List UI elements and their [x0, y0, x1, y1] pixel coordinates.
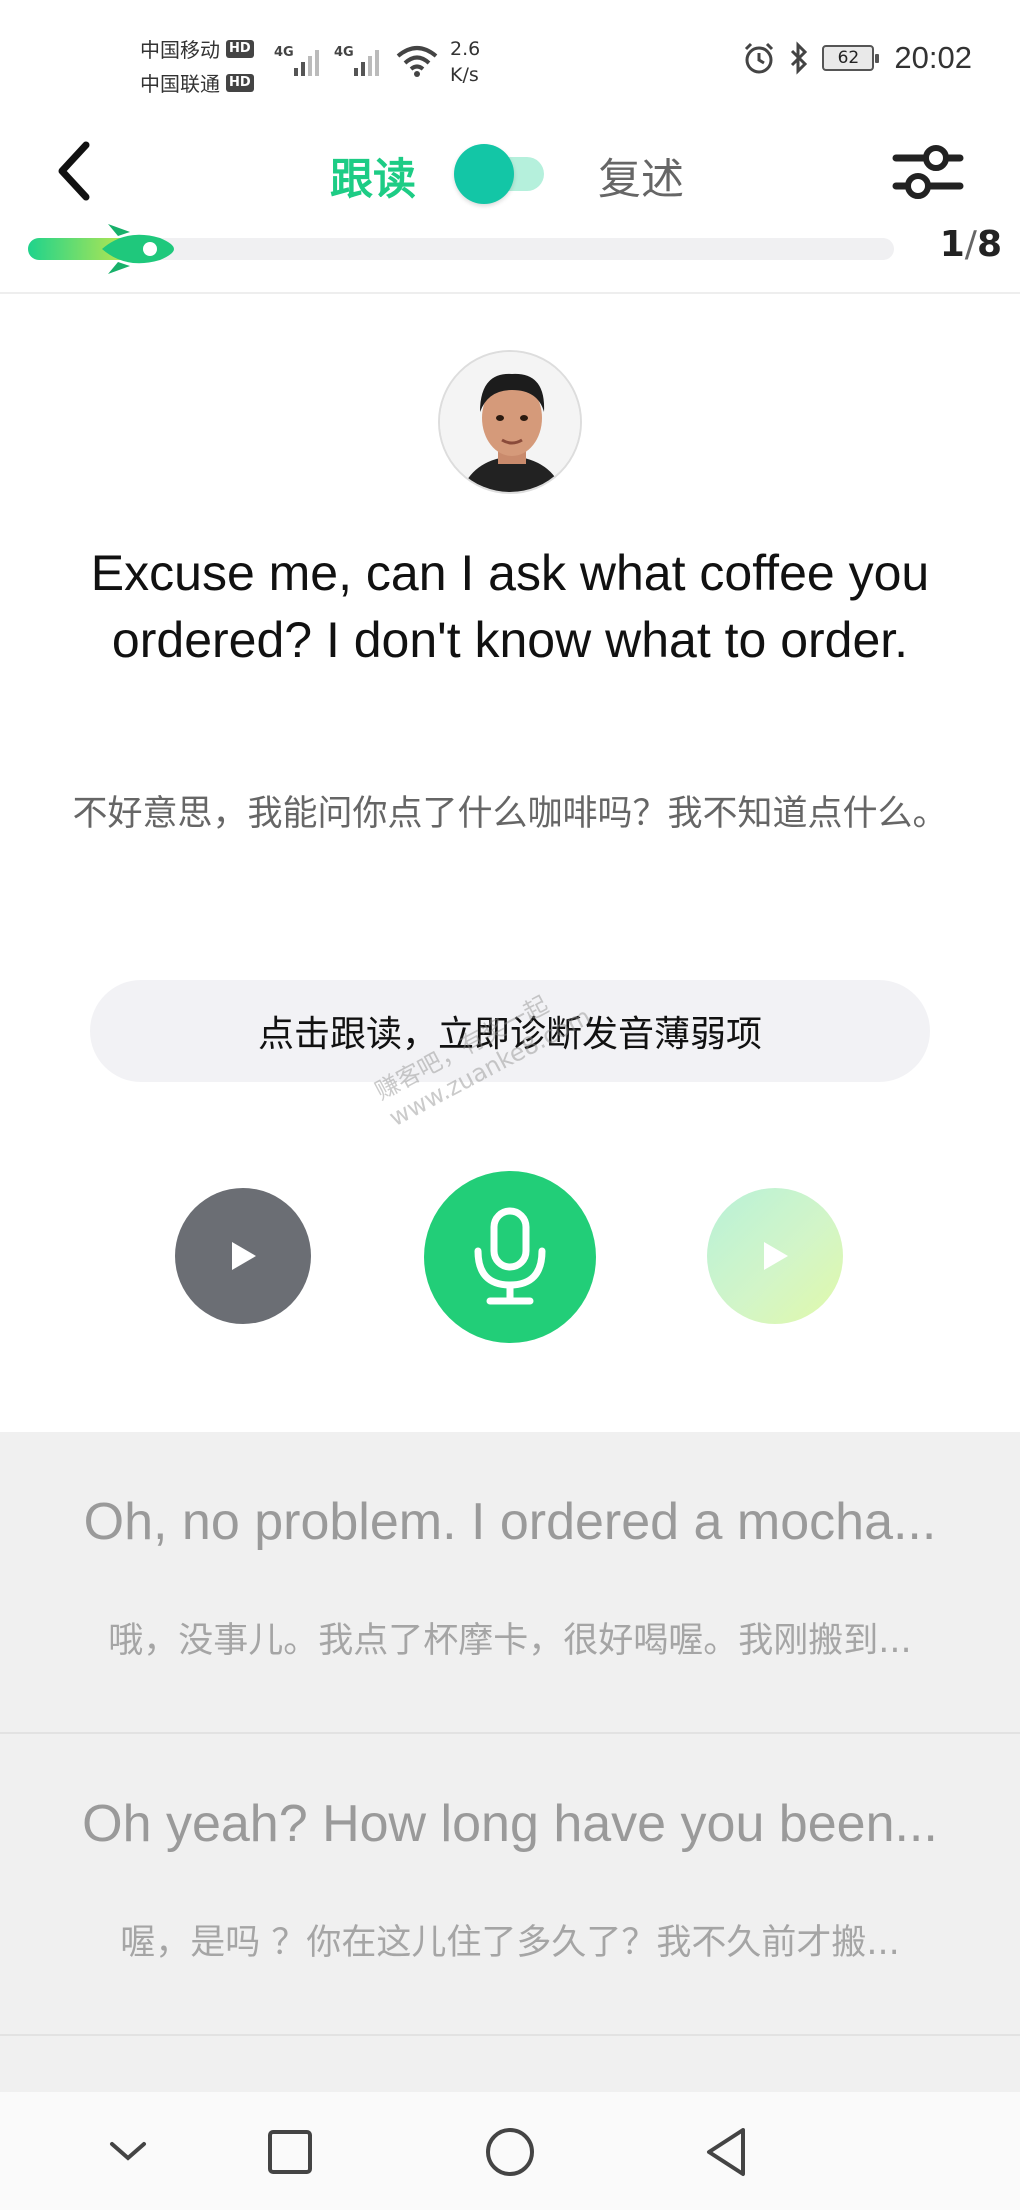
upcoming-sentences-list: Oh, no problem. I ordered a mocha... 哦，没… [0, 1432, 1020, 2092]
avatar-portrait [440, 352, 580, 492]
carrier-1-name: 中国移动 [140, 38, 220, 62]
list-item-english: Oh yeah? How long have you been... [82, 1795, 938, 1853]
square-icon [268, 2130, 312, 2174]
nav-hide-button[interactable] [88, 2112, 168, 2192]
signal-icon-1: 4G [274, 45, 319, 76]
header-divider [0, 292, 1020, 294]
progress-current: 1 [939, 224, 965, 265]
progress-separator: / [964, 224, 977, 265]
carrier-2: 中国联通 HD [140, 68, 254, 97]
list-item-chinese: 喔，是吗 ？你在这儿住了多久了？我不久前才搬... [120, 1923, 900, 1963]
signal-icon-2: 4G [334, 45, 379, 76]
list-item[interactable]: Oh, no problem. I ordered a mocha... 哦，没… [0, 1432, 1020, 1734]
current-sentence-english: Excuse me, can I ask what coffee you ord… [90, 545, 930, 668]
net-speed-value: 2.6 [450, 38, 481, 60]
progress-counter: 1/8 [940, 224, 1002, 265]
triangle-back-icon [707, 2128, 745, 2176]
carrier-1: 中国移动 HD [140, 34, 254, 63]
mode-follow-read-tab[interactable]: 跟读 [330, 145, 416, 207]
progress-total: 8 [976, 224, 1002, 265]
circle-icon [486, 2128, 534, 2176]
settings-button[interactable] [892, 138, 964, 206]
list-item[interactable]: Oh yeah? How long have you been... 喔，是吗 … [0, 1734, 1020, 2036]
nav-home-button[interactable] [470, 2112, 550, 2192]
hd-badge-2: HD [226, 73, 254, 92]
nav-recent-button[interactable] [250, 2112, 330, 2192]
nav-back-button[interactable] [686, 2112, 766, 2192]
play-original-button[interactable] [175, 1188, 311, 1324]
play-icon [232, 1242, 256, 1270]
microphone-icon [474, 1207, 546, 1305]
record-button[interactable] [424, 1171, 596, 1343]
sliders-icon [892, 145, 964, 199]
net-speed-unit: K/s [450, 64, 479, 86]
follow-read-hint[interactable]: 点击跟读，立即诊断发音薄弱项 [90, 980, 930, 1082]
system-nav-bar [0, 2092, 1020, 2210]
net-type-2: 4G [334, 45, 354, 60]
play-recording-button[interactable] [707, 1188, 843, 1324]
current-sentence-chinese: 不好意思，我能问你点了什么咖啡吗？我不知道点什么。 [72, 794, 948, 834]
chevron-left-icon [58, 141, 90, 201]
status-right: 62 20:02 [742, 40, 972, 76]
battery-indicator: 62 [822, 45, 880, 71]
net-type-1: 4G [274, 45, 294, 60]
toggle-knob [454, 144, 514, 204]
chevron-down-icon [110, 2142, 146, 2161]
mode-retell-tab[interactable]: 复述 [598, 145, 684, 207]
carrier-2-name: 中国联通 [140, 72, 220, 96]
net-speed: 2.6 K/s [450, 36, 480, 88]
list-item-english: Oh, no problem. I ordered a mocha... [83, 1493, 937, 1551]
bluetooth-icon [791, 41, 808, 75]
speaker-avatar [438, 350, 582, 494]
status-bar: 中国移动 HD 中国联通 HD 4G 4G 2.6 K/s 62 20:02 [0, 0, 1020, 120]
wifi-icon [396, 46, 438, 77]
clock: 20:02 [894, 40, 972, 75]
mode-toggle[interactable] [452, 140, 544, 206]
play-icon [764, 1242, 788, 1270]
rocket-icon [102, 224, 174, 274]
back-button[interactable] [44, 136, 104, 206]
list-item-chinese: 哦，没事儿。我点了杯摩卡，很好喝喔。我刚搬到... [108, 1621, 912, 1661]
alarm-icon [745, 42, 774, 74]
hd-badge-1: HD [226, 39, 254, 58]
